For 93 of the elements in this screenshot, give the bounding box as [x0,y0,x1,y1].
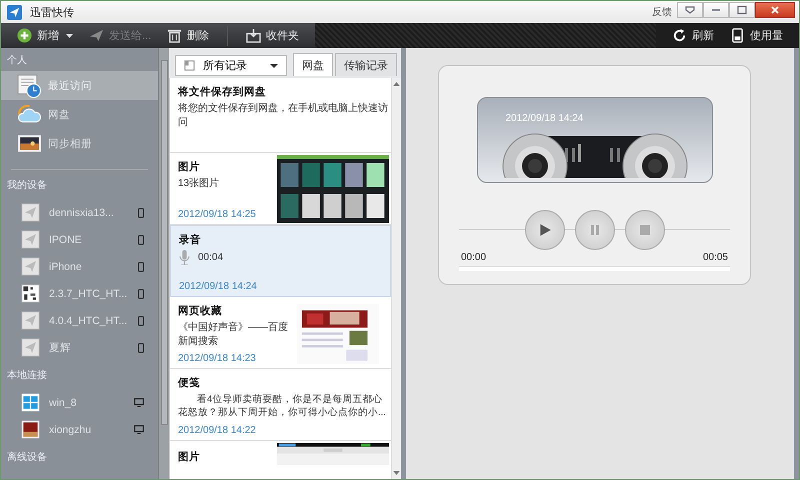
record-time: 2012/09/18 14:22 [178,425,257,436]
maximize-icon [737,5,747,15]
duration: 00:04 [198,250,224,264]
photo-thumbnail-icon [21,420,40,439]
stop-icon [638,224,650,236]
record-item[interactable]: 录音 00:04 2012/09/18 14:24 [170,225,391,297]
section-heading: 离线设备 [6,450,48,465]
pattern-icon [21,284,40,303]
tab[interactable]: 网盘 [293,53,333,76]
scroll-up-icon[interactable] [393,82,400,86]
progress-track[interactable] [459,266,730,271]
item-label: IPONE [49,234,82,246]
paper-plane-icon [21,338,40,357]
tab[interactable]: 传输记录 [335,53,397,76]
item-label: 夏辉 [49,340,71,354]
toolbar-button[interactable]: 删除 [161,26,216,45]
microphone-icon [179,250,190,265]
record-item[interactable]: 网页收藏 《中国好声音》——百度新闻搜索 2012/09/18 14:23 [170,297,391,369]
phone-icon [730,28,745,43]
monitor-icon [134,425,144,434]
record-text: 《中国好声音》——百度新闻搜索 [178,321,289,349]
item-label: 4.0.4_HTC_HT... [49,314,128,326]
recording-time: 2012/09/18 14:24 [506,113,584,124]
section-heading: 本地连接 [6,368,48,383]
minimize-icon [711,9,721,11]
play-button[interactable] [524,210,564,250]
stop-button[interactable] [624,210,664,250]
record-title: 网页收藏 [178,304,223,318]
paper-plane-icon [21,203,40,222]
maximize-button[interactable] [729,2,755,18]
shield-icon [685,5,695,15]
record-title: 图片 [178,160,201,174]
app-logo-icon [7,4,22,20]
feedback-link[interactable]: 反馈 [652,5,672,19]
windows-icon [21,393,40,412]
paper-plane-icon [21,230,40,249]
toolbar-button[interactable]: 使用量 [724,26,789,45]
section-heading: 我的设备 [6,178,48,193]
record-title: 便笺 [178,376,201,390]
item-label: 同步相册 [48,136,92,150]
inbox-icon [246,28,262,43]
record-text: 将您的文件保存到网盘，在手机或电脑上快速访问 [178,102,388,130]
record-time: 2012/09/18 14:23 [178,353,257,364]
elapsed-time: 00:00 [461,252,486,263]
item-label: 网盘 [48,108,70,122]
toolbar-button[interactable]: 收件夹 [240,26,306,45]
item-label: iPhone [49,260,82,272]
monitor-icon [134,398,144,407]
item-label: xiongzhu [49,424,92,436]
window-title: 迅雷快传 [30,6,74,20]
item-label: 最近访问 [48,78,92,92]
record-item[interactable]: 图片 [170,441,391,479]
caret-icon [270,64,278,68]
paper-plane-icon [21,311,40,330]
play-icon [538,223,552,237]
scroll-down-icon[interactable] [393,471,400,475]
record-text: 13张图片 [178,177,220,191]
item-label: win_8 [49,396,76,408]
close-icon [770,5,780,15]
phone-icon [138,234,144,244]
record-time: 2012/09/18 14:25 [178,209,257,220]
record-time: 2012/09/18 14:24 [179,281,258,292]
calendar-clock-icon [17,73,42,98]
phone-icon [138,316,144,326]
record-text: 看4位导师卖萌耍酷，你是不是每周五都心花怒放？那从下周开始，你可得小心点你的小... [178,393,387,419]
record-title: 录音 [179,233,202,247]
total-time: 00:05 [702,252,728,263]
record-item[interactable]: 图片 13张图片 2012/09/18 14:25 [170,153,391,225]
skin-button[interactable] [677,2,703,18]
close-button[interactable] [755,2,795,18]
phone-icon [138,342,144,352]
pause-icon [588,224,600,236]
paper-plane-icon [89,28,104,43]
paper-plane-icon [21,257,40,276]
section-heading: 个人 [6,54,28,68]
phone-icon [138,262,144,272]
pause-button[interactable] [574,210,614,250]
item-label: dennisxia13... [49,206,114,218]
filter-dropdown[interactable]: 所有记录 [175,55,287,76]
phone-icon [138,208,144,218]
record-title: 图片 [178,450,201,464]
caret-icon [66,34,73,38]
trash-icon [167,28,182,43]
scroll-thumb[interactable] [160,60,168,425]
scrollbar[interactable] [158,48,169,479]
record-title: 将文件保存到网盘 [178,85,267,99]
refresh-icon [672,28,687,43]
toolbar-button[interactable]: 新增 [11,26,79,45]
item-label: 2.3.7_HTC_HT... [49,288,128,300]
toolbar-button[interactable]: 刷新 [666,26,720,45]
document-icon [184,60,195,71]
phone-icon [138,288,144,298]
plus-icon [17,28,32,43]
